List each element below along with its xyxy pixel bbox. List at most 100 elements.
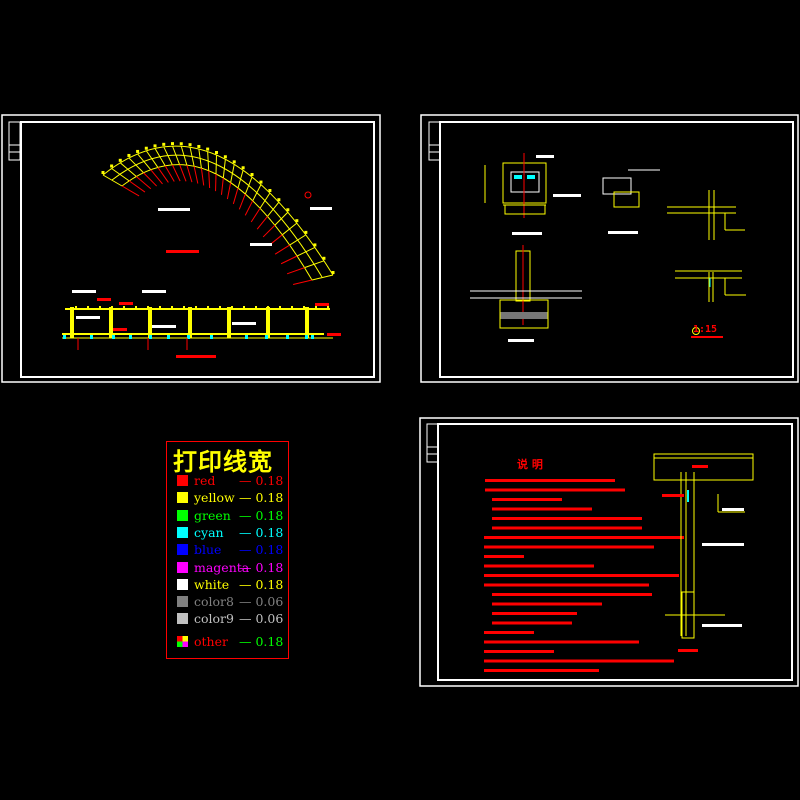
rafter-line [280,255,298,265]
note-line [484,669,599,672]
note-line [492,517,642,520]
elevation-mark [315,303,329,306]
purlin-marker [111,306,113,309]
dimension-tick [153,144,157,148]
legend-lineweight-value: — 0.18 [239,576,284,592]
purlin-marker [123,306,125,309]
leader-label [72,290,96,293]
rafter-line [200,168,205,186]
rafter-line [128,180,146,193]
dimension-tick [215,151,218,154]
purlin-marker [231,306,233,309]
rafter-line [220,177,224,195]
title-block [8,121,21,161]
rafter-line [121,185,140,197]
curved-pergola-plan [101,142,335,285]
purlin-marker [267,306,269,309]
joint-detail-a [667,190,745,240]
dimension-tick [197,144,201,148]
leader-label [310,207,332,210]
purlin-marker [303,306,305,309]
purlin-marker [279,306,281,309]
sheet-inner-frame [439,121,794,378]
note-line [484,640,639,644]
note-line [484,659,674,663]
leader-label [76,316,100,319]
dimension-tick [232,160,236,164]
note-line [484,555,524,558]
leader-label [158,208,190,211]
dimension-tick [179,142,183,146]
rafter-line [250,207,261,223]
dimension-tick [331,271,335,274]
color-swatch-icon [177,475,188,486]
footing-marker [90,335,93,339]
color-swatch-icon [177,613,188,625]
column-section-detail [470,245,582,342]
leader-label [142,290,166,293]
plan-title-label [166,250,199,253]
rafter-line [193,166,199,184]
print-lineweight-legend: 打印线宽 red — 0.18 yellow — 0.18 green — 0.18 cya… [166,441,289,659]
dimension-tick [206,147,210,151]
footing-marker [245,335,248,339]
legend-item-color9: color9 — 0.06 [177,611,287,627]
purlin-marker [255,306,257,309]
purlin-marker [135,306,137,309]
column [227,307,231,338]
dimension-tick [286,208,290,212]
rafter-line [230,164,235,183]
dimension-tick [127,153,131,157]
legend-lineweight-value: — 0.18 [239,473,284,488]
sheet-inner-frame [20,121,375,378]
purlin-marker [219,306,221,309]
legend-color-name: color9 [194,611,234,627]
legend-item-cyan: cyan — 0.18 [177,525,287,541]
title-block [426,423,439,463]
title-block [428,121,441,161]
note-line [492,498,562,501]
legend-item-yellow: yellow — 0.18 [177,490,287,506]
purlin-marker [99,306,101,309]
purlin-marker [147,306,149,309]
note-line [484,536,684,539]
footing-marker [311,335,314,339]
bottom-beam [62,333,324,335]
purlin-marker [315,306,317,309]
notes-title: 说 明 [517,458,543,471]
joint-detail-b [675,270,746,302]
rafter-line [238,193,246,210]
rafter-line [137,153,152,171]
note-line [485,488,625,492]
axis-marker-icon [304,191,312,199]
color-swatch-icon [177,578,188,590]
rafter-line [232,187,239,205]
note-line [485,479,615,482]
legend-color-name: yellow [194,490,235,506]
purlin-marker [75,306,77,309]
purlin-marker [291,306,293,309]
dimension-tick [223,155,227,159]
footing-marker [149,335,152,339]
top-beam [65,308,330,310]
legend-item-magenta: magenta — 0.18 [177,560,287,576]
footing-marker [305,335,308,339]
color-swatch-icon [177,635,188,647]
footing-marker [63,335,66,339]
cad-drawing-canvas [1,114,799,687]
elevation-title-label [176,355,216,358]
legend-lineweight-value: — 0.06 [239,611,284,627]
sheet-outer-frame [1,114,381,383]
note-line [492,526,642,530]
rafter-line [244,176,253,195]
legend-color-name: blue [194,542,222,558]
legend-item-green: green — 0.18 [177,508,287,524]
dimension-tick [110,164,114,168]
purlin-marker [183,306,185,309]
rafter-line [286,267,305,275]
footing-marker [129,335,132,339]
sheet-notes [419,417,799,687]
rafter-line [237,170,244,189]
column [148,307,152,338]
footing-marker [167,335,170,339]
